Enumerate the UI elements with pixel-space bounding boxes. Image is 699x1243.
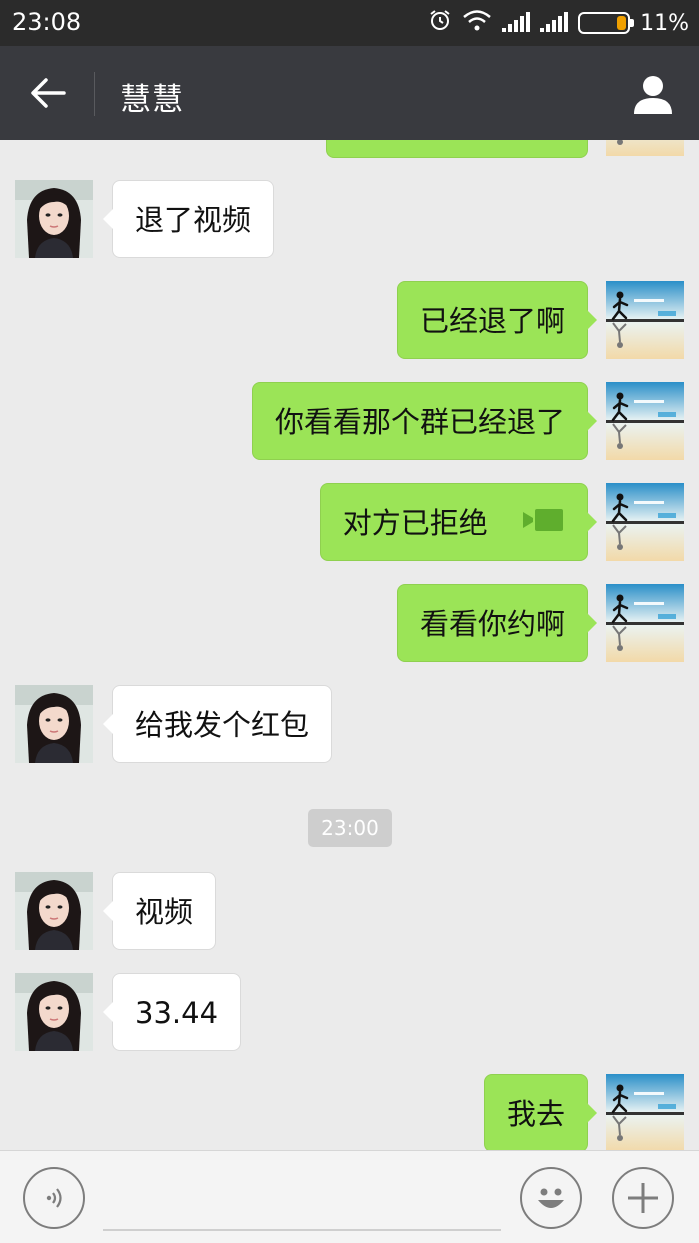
contact-info-button[interactable] bbox=[629, 70, 677, 118]
alarm-icon bbox=[428, 8, 452, 38]
back-arrow-icon bbox=[31, 78, 66, 108]
emoji-icon bbox=[538, 1188, 564, 1208]
plus-icon bbox=[628, 1183, 658, 1213]
chat-area[interactable]: 退了视频 已经退了啊 你看看那个群已经退了 对方已拒绝 看看你约啊 给我发个红包… bbox=[0, 140, 699, 1150]
my-avatar[interactable] bbox=[606, 1074, 684, 1150]
my-avatar[interactable] bbox=[606, 483, 684, 561]
message-bubble-incoming[interactable]: 33.44 bbox=[102, 973, 242, 1051]
contact-avatar[interactable] bbox=[15, 180, 93, 258]
message-bubble-outgoing[interactable]: 我去 bbox=[483, 1074, 598, 1150]
voice-icon bbox=[46, 1188, 62, 1208]
header-divider bbox=[94, 72, 95, 116]
status-time: 23:08 bbox=[12, 8, 82, 36]
chat-title: 慧慧 bbox=[120, 82, 184, 118]
message-bubble-incoming[interactable]: 给我发个红包 bbox=[102, 685, 333, 763]
video-call-status-text: 对方已拒绝 bbox=[342, 506, 488, 540]
my-avatar[interactable] bbox=[606, 382, 684, 460]
battery-fill bbox=[617, 16, 627, 30]
status-icons: 11% bbox=[428, 8, 689, 38]
my-avatar[interactable] bbox=[606, 140, 684, 156]
signal-icon bbox=[502, 12, 531, 32]
message-bubble-outgoing[interactable]: 已经退了啊 bbox=[396, 281, 598, 359]
timestamp-divider: 23:00 bbox=[308, 809, 392, 847]
contact-avatar[interactable] bbox=[15, 872, 93, 950]
contact-icon bbox=[634, 76, 672, 114]
more-actions-button[interactable] bbox=[612, 1167, 674, 1229]
message-bubble-incoming[interactable]: 视频 bbox=[102, 872, 217, 950]
video-call-icon bbox=[521, 484, 565, 562]
back-button[interactable] bbox=[22, 68, 74, 118]
wifi-icon bbox=[462, 8, 492, 38]
voice-input-button[interactable] bbox=[23, 1167, 85, 1229]
my-avatar[interactable] bbox=[606, 281, 684, 359]
video-call-status-bubble[interactable]: 对方已拒绝 bbox=[319, 483, 598, 562]
contact-avatar[interactable] bbox=[15, 685, 93, 763]
message-bubble-incoming[interactable]: 退了视频 bbox=[102, 180, 275, 258]
signal-icon bbox=[540, 12, 569, 32]
status-bar: 23:08 11% bbox=[0, 0, 699, 46]
contact-avatar[interactable] bbox=[15, 973, 93, 1051]
input-bar bbox=[0, 1150, 699, 1243]
partial-message-bubble bbox=[326, 140, 588, 158]
message-bubble-outgoing[interactable]: 看看你约啊 bbox=[396, 584, 598, 662]
chat-header: 慧慧 bbox=[0, 46, 699, 140]
emoji-button[interactable] bbox=[520, 1167, 582, 1229]
my-avatar[interactable] bbox=[606, 584, 684, 662]
message-bubble-outgoing[interactable]: 你看看那个群已经退了 bbox=[251, 382, 598, 460]
battery-icon bbox=[578, 12, 635, 34]
message-input[interactable] bbox=[103, 1171, 501, 1231]
battery-percent: 11% bbox=[640, 10, 689, 36]
